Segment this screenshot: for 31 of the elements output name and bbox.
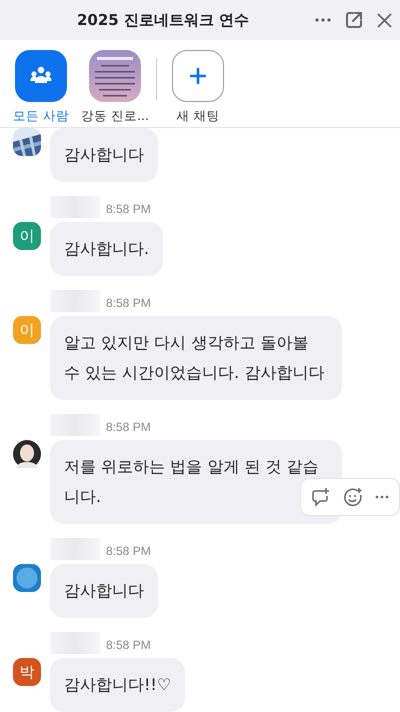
message-time: 8:58 PM xyxy=(106,420,151,434)
avatar: 이 xyxy=(13,222,41,250)
avatar: 박 xyxy=(13,658,41,686)
message-bubble: 감사합니다. xyxy=(50,222,164,276)
emoji-icon[interactable] xyxy=(343,487,363,507)
avatar: 이 xyxy=(13,316,41,344)
channel-label[interactable]: 모든 사람 xyxy=(13,108,69,125)
more-icon[interactable] xyxy=(315,18,331,22)
close-icon[interactable] xyxy=(377,12,392,28)
message-bubble: 감사합니다 xyxy=(50,564,158,618)
channel-label[interactable]: 새 채팅 xyxy=(176,108,220,125)
new-chat-button[interactable] xyxy=(172,50,224,102)
message-bubble: 감사합니다!!♡ xyxy=(50,658,186,712)
avatar-icon xyxy=(13,440,41,468)
reply-icon[interactable] xyxy=(311,487,331,507)
pop-out-icon[interactable] xyxy=(345,11,363,29)
avatar-icon xyxy=(13,564,41,592)
window-title: 2025 진로네트워크 연수 xyxy=(77,10,250,30)
channel-tile[interactable] xyxy=(15,50,67,102)
message-bubble: 저를 위로하는 법을 알게 된 것 같습니다. xyxy=(50,440,342,524)
message-time: 8:58 PM xyxy=(106,638,151,652)
message-time: 8:58 PM xyxy=(106,296,151,310)
message-bubble: 감사합니다 xyxy=(50,128,158,182)
message-time: 8:58 PM xyxy=(106,202,151,216)
more-icon[interactable] xyxy=(375,495,389,499)
message-time: 8:58 PM xyxy=(106,544,151,558)
channel-label[interactable]: 강동 진로... xyxy=(81,108,149,125)
message-bubble: 알고 있지만 다시 생각하고 돌아볼 수 있는 시간이었습니다. 감사합니다 xyxy=(50,316,342,400)
channel-tile[interactable] xyxy=(89,50,141,102)
plus-icon xyxy=(190,68,206,84)
people-icon xyxy=(30,66,52,86)
